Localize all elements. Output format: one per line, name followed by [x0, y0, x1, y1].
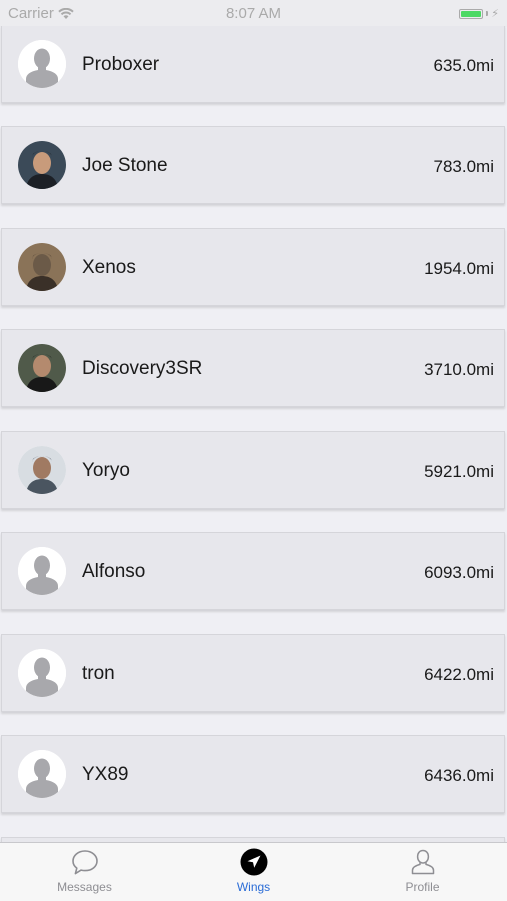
tab-label: Wings	[236, 880, 271, 894]
status-bar: Carrier 8:07 AM ⚡	[0, 0, 507, 27]
list-item[interactable]: Proboxer 635.0mi	[1, 26, 505, 103]
user-name: Joe Stone	[82, 155, 168, 176]
person-icon	[408, 848, 438, 876]
list-item[interactable]: Yoryo 5921.0mi	[1, 431, 505, 509]
speech-bubble-icon	[70, 848, 100, 876]
user-distance: 6436.0mi	[424, 766, 494, 785]
list-item[interactable]: Xenos 1954.0mi	[1, 228, 505, 306]
tab-wings[interactable]: Wings	[169, 843, 338, 901]
placeholder-avatar	[18, 649, 66, 697]
tab-label: Profile	[405, 880, 440, 894]
user-distance: 635.0mi	[433, 56, 494, 75]
user-name: Alfonso	[82, 561, 146, 582]
battery-icon	[459, 8, 484, 19]
user-photo-avatar	[18, 243, 66, 291]
list-item[interactable]: YX89 6436.0mi	[1, 735, 505, 813]
placeholder-avatar	[18, 40, 66, 88]
battery-indicator: ⚡	[459, 7, 499, 20]
user-distance: 3710.0mi	[424, 360, 494, 379]
list-item[interactable]: Discovery3SR 3710.0mi	[1, 329, 505, 407]
user-name: Xenos	[82, 257, 136, 278]
user-photo-avatar	[18, 141, 66, 189]
list-item[interactable]: Alfonso 6093.0mi	[1, 532, 505, 610]
navigation-arrow-icon	[239, 848, 269, 876]
list-item[interactable]: Joe Stone 783.0mi	[1, 126, 505, 204]
charging-bolt-icon: ⚡	[491, 8, 499, 20]
user-photo-avatar	[18, 344, 66, 392]
user-photo-avatar	[18, 446, 66, 494]
battery-fill	[461, 10, 482, 17]
user-name: Yoryo	[82, 460, 130, 481]
tab-label: Messages	[57, 880, 112, 894]
user-name: Proboxer	[82, 54, 160, 75]
tab-profile[interactable]: Profile	[338, 843, 507, 901]
user-distance: 6093.0mi	[424, 563, 494, 582]
user-distance: 1954.0mi	[424, 259, 494, 278]
user-name: tron	[82, 663, 115, 684]
user-distance: 5921.0mi	[424, 462, 494, 481]
tab-messages[interactable]: Messages	[0, 843, 169, 901]
user-name: YX89	[82, 764, 129, 785]
battery-tip	[486, 11, 489, 16]
placeholder-avatar	[18, 750, 66, 798]
tab-bar: Messages Wings Profile	[0, 842, 507, 901]
placeholder-avatar	[18, 547, 66, 595]
user-list[interactable]: Proboxer 635.0mi Joe Stone 783.0mi Xenos…	[0, 26, 507, 842]
user-distance: 6422.0mi	[424, 665, 494, 684]
user-distance: 783.0mi	[433, 157, 494, 176]
status-time: 8:07 AM	[225, 5, 282, 22]
list-item[interactable]: tron 6422.0mi	[1, 634, 505, 712]
user-name: Discovery3SR	[82, 358, 203, 379]
